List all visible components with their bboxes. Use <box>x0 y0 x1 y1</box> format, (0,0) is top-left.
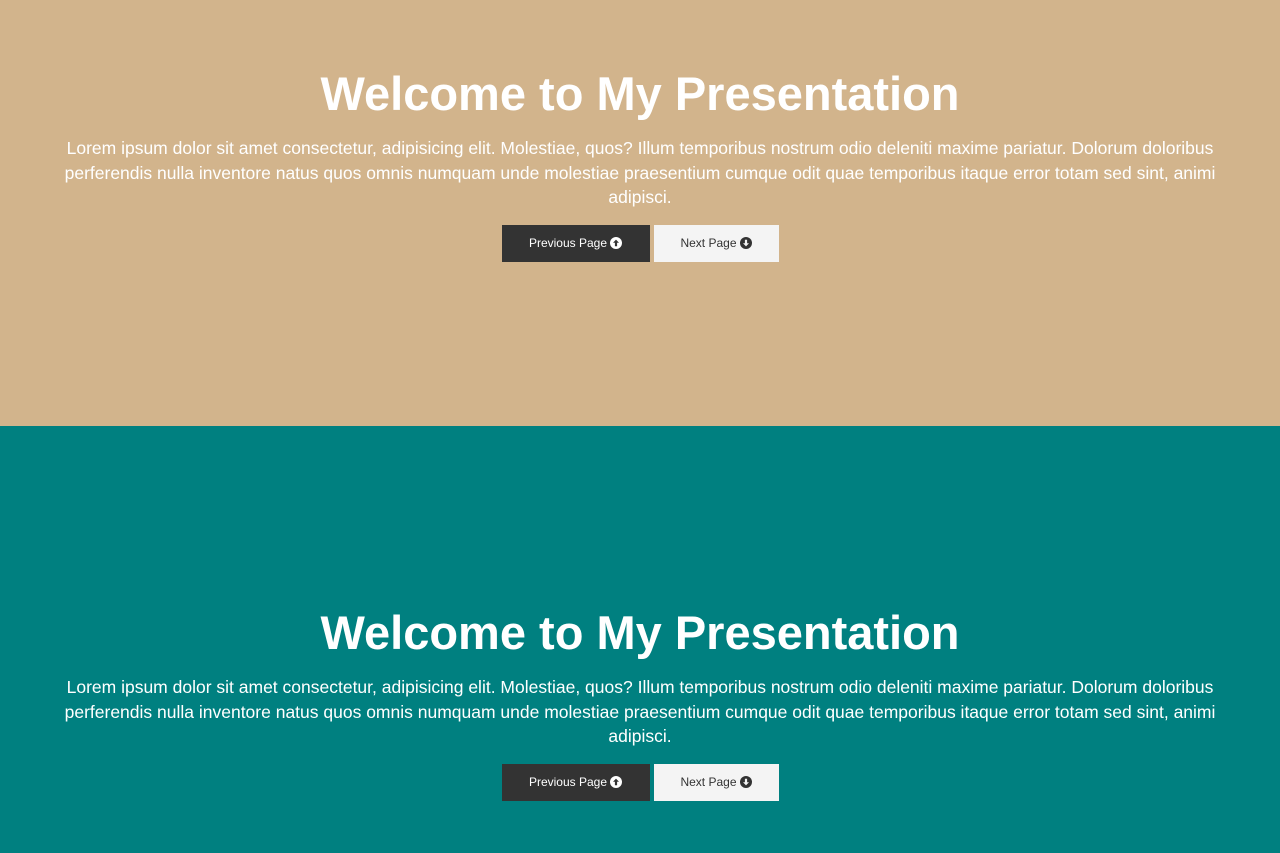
arrow-circle-up-icon <box>610 237 623 249</box>
arrow-circle-down-icon <box>739 237 752 249</box>
slide-nav-buttons: Previous Page Next Page <box>0 224 1280 262</box>
previous-page-label: Previous Page <box>528 775 608 789</box>
slide-content: Welcome to My Presentation Lorem ipsum d… <box>0 64 1280 262</box>
slide-title: Welcome to My Presentation <box>320 67 960 120</box>
arrow-circle-up-icon <box>610 776 623 788</box>
next-page-button[interactable]: Next Page <box>653 763 779 801</box>
slide-title: Welcome to My Presentation <box>320 606 960 659</box>
next-page-button[interactable]: Next Page <box>653 224 779 262</box>
slide-nav-buttons: Previous Page Next Page <box>0 763 1280 801</box>
slide-body-text: Lorem ipsum dolor sit amet consectetur, … <box>64 138 1216 207</box>
next-page-label: Next Page <box>680 775 737 789</box>
previous-page-button[interactable]: Previous Page <box>501 763 650 801</box>
previous-page-label: Previous Page <box>528 236 608 250</box>
arrow-circle-down-icon <box>739 776 752 788</box>
previous-page-button[interactable]: Previous Page <box>501 224 650 262</box>
slide-content: Welcome to My Presentation Lorem ipsum d… <box>0 603 1280 801</box>
slide-body-text: Lorem ipsum dolor sit amet consectetur, … <box>64 677 1216 746</box>
slide-section-2: Welcome to My Presentation Lorem ipsum d… <box>0 426 1280 853</box>
next-page-label: Next Page <box>680 236 737 250</box>
slide-section-1: Welcome to My Presentation Lorem ipsum d… <box>0 0 1280 426</box>
